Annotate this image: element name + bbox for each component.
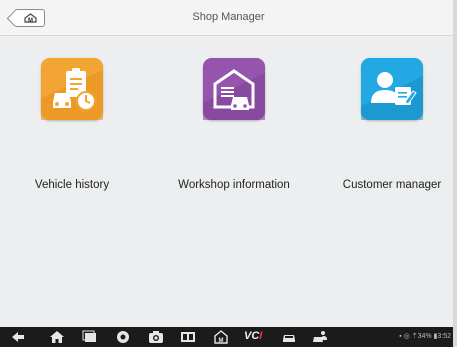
app-vehicle-history[interactable]: Vehicle history bbox=[2, 58, 142, 191]
vci-label: VC bbox=[244, 330, 260, 342]
vci-accent: I bbox=[259, 330, 263, 342]
workshop-information-tile[interactable] bbox=[203, 58, 265, 120]
vci-icon[interactable]: VCI bbox=[244, 330, 262, 342]
browser-icon[interactable] bbox=[115, 330, 131, 344]
page-title: Shop Manager bbox=[192, 11, 265, 23]
home-icon[interactable] bbox=[49, 330, 65, 344]
status-bar-info: ▪ ◎ ⇡34% ▮3:52 bbox=[399, 333, 451, 340]
display-icon[interactable] bbox=[180, 330, 196, 344]
customer-manager-tile[interactable] bbox=[361, 58, 423, 120]
app-customer-manager[interactable]: Customer manager bbox=[322, 58, 457, 191]
workshop-icon bbox=[203, 58, 265, 120]
app-label: Vehicle history bbox=[34, 179, 110, 191]
title-bar: M Shop Manager bbox=[0, 0, 457, 36]
app-label: Workshop information bbox=[178, 179, 290, 191]
app-workshop-information[interactable]: Workshop information bbox=[164, 58, 304, 191]
home-m-nav-icon[interactable]: M bbox=[213, 330, 229, 344]
device-frame-edge bbox=[453, 0, 457, 347]
customer-icon bbox=[361, 58, 423, 120]
recent-apps-icon[interactable] bbox=[82, 330, 98, 344]
screen: M Shop Manager Vehicle history Workshop … bbox=[0, 0, 457, 347]
car-icon[interactable] bbox=[281, 330, 297, 344]
vehicle-history-icon bbox=[41, 58, 103, 120]
vehicle-history-tile[interactable] bbox=[41, 58, 103, 120]
system-nav-bar: M VCI ▪ ◎ ⇡34% ▮3:52 bbox=[0, 327, 457, 347]
camera-icon[interactable] bbox=[148, 330, 164, 344]
svg-text:M: M bbox=[219, 338, 224, 344]
back-icon[interactable] bbox=[10, 330, 26, 344]
app-label: Customer manager bbox=[342, 179, 442, 191]
app-grid: Vehicle history Workshop information Cus… bbox=[0, 37, 457, 327]
vehicle-person-icon[interactable] bbox=[312, 330, 328, 344]
